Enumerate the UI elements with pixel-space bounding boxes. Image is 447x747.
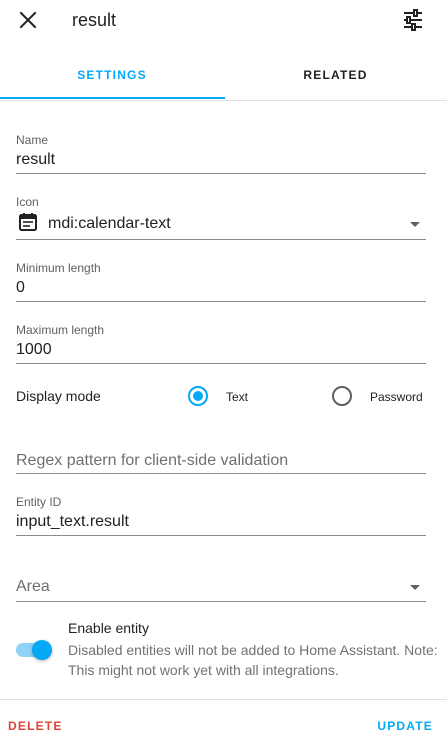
icon-value: mdi:calendar-text <box>48 215 171 232</box>
minimum-length-field[interactable]: Minimum length 0 <box>16 258 426 302</box>
chevron-down-icon[interactable] <box>410 585 420 590</box>
regex-placeholder: Regex pattern for client-side validation <box>16 452 289 469</box>
radio-password[interactable] <box>332 386 352 406</box>
radio-text[interactable] <box>188 386 208 406</box>
close-icon[interactable] <box>16 8 40 32</box>
minimum-length-value: 0 <box>16 279 25 296</box>
entity-id-label: Entity ID <box>16 495 62 509</box>
chevron-down-icon[interactable] <box>410 222 420 227</box>
icon-label: Icon <box>16 195 39 209</box>
name-field[interactable]: Name result <box>16 130 426 174</box>
tune-icon[interactable] <box>401 8 425 32</box>
icon-picker[interactable]: Icon mdi:calendar-text <box>16 192 426 240</box>
enable-entity-description: Disabled entities will not be added to H… <box>68 642 438 678</box>
dialog-header: result <box>0 0 447 40</box>
radio-password-label: Password <box>370 390 423 404</box>
regex-pattern-input[interactable]: Regex pattern for client-side validation <box>16 440 426 474</box>
entity-id-value: input_text.result <box>16 513 129 530</box>
enable-entity-toggle[interactable] <box>16 640 52 660</box>
calendar-text-icon <box>18 212 38 232</box>
update-button[interactable]: UPDATE <box>377 719 433 733</box>
name-label: Name <box>16 133 49 147</box>
display-mode-label: Display mode <box>16 388 101 404</box>
tab-bar: SETTINGS RELATED <box>0 50 447 101</box>
dialog-footer: DELETE UPDATE <box>0 699 447 747</box>
active-tab-indicator <box>0 97 225 99</box>
maximum-length-value: 1000 <box>16 341 52 358</box>
name-value: result <box>16 151 56 168</box>
area-placeholder: Area <box>16 578 50 595</box>
area-picker[interactable]: Area <box>16 566 426 602</box>
entity-id-field[interactable]: Entity ID input_text.result <box>16 492 426 536</box>
maximum-length-field[interactable]: Maximum length 1000 <box>16 320 426 364</box>
tab-related[interactable]: RELATED <box>224 50 447 100</box>
display-mode-group: Display mode Text Password <box>16 384 430 410</box>
radio-text-label: Text <box>226 390 249 404</box>
delete-button[interactable]: DELETE <box>8 719 63 733</box>
enable-entity-title: Enable entity <box>68 620 149 636</box>
maximum-length-label: Maximum length <box>16 323 105 337</box>
toggle-thumb <box>32 640 52 660</box>
minimum-length-label: Minimum length <box>16 261 101 275</box>
tab-settings[interactable]: SETTINGS <box>0 50 224 100</box>
dialog-title: result <box>72 10 117 30</box>
